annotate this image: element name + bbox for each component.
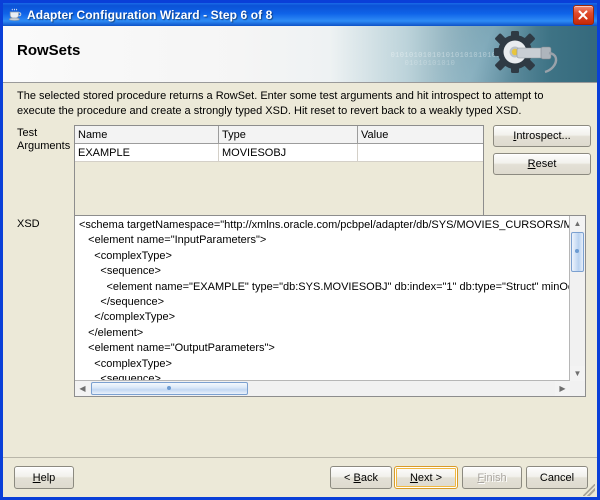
back-button-label: < Back	[344, 471, 378, 484]
cell-name[interactable]: EXAMPLE	[75, 143, 219, 162]
xsd-label: XSD	[17, 218, 40, 230]
wizard-banner: RowSets 010101010101010101010101 0101010…	[3, 26, 597, 83]
cancel-button[interactable]: Cancel	[526, 466, 588, 489]
binary-line-1: 010101010101010101010101	[390, 52, 501, 60]
window-titlebar: Adapter Configuration Wizard - Step 6 of…	[3, 3, 597, 26]
finish-button: Finish	[462, 466, 522, 489]
cell-type[interactable]: MOVIESOBJ	[218, 143, 358, 162]
scroll-up-arrow[interactable]: ▲	[570, 216, 585, 231]
scroll-right-arrow[interactable]: ▶	[555, 381, 570, 396]
gear-wrench-icon	[489, 30, 575, 80]
scroll-thumb-grip	[575, 249, 579, 253]
xsd-vertical-scrollbar[interactable]: ▲ ▼	[569, 216, 585, 381]
description-text: The selected stored procedure returns a …	[17, 90, 544, 117]
page-title: RowSets	[17, 42, 81, 59]
wizard-window: Adapter Configuration Wizard - Step 6 of…	[0, 0, 600, 500]
scroll-down-arrow[interactable]: ▼	[570, 366, 585, 381]
wizard-footer: Help < Back Next > Finish Cancel	[3, 457, 597, 497]
xsd-horizontal-scrollbar[interactable]: ◀ ▶	[75, 380, 570, 396]
column-header-type[interactable]: Type	[218, 126, 358, 144]
help-button[interactable]: Help	[14, 466, 74, 489]
resize-grip-icon[interactable]	[583, 484, 595, 496]
xsd-content: <schema targetNamespace="http://xmlns.or…	[79, 219, 581, 396]
window-title: Adapter Configuration Wizard - Step 6 of…	[27, 7, 273, 22]
binary-pattern: 010101010101010101010101 01010101010	[391, 52, 501, 68]
introspect-button-label: Introspect...	[513, 130, 571, 142]
next-button[interactable]: Next >	[394, 466, 458, 489]
column-header-value[interactable]: Value	[357, 126, 483, 144]
table-row[interactable]: EXAMPLE MOVIESOBJ	[75, 143, 483, 162]
cell-value[interactable]	[357, 143, 483, 162]
scroll-left-arrow[interactable]: ◀	[75, 381, 90, 396]
finish-button-label: Finish	[477, 471, 507, 484]
wizard-content: The selected stored procedure returns a …	[3, 83, 597, 497]
column-header-name[interactable]: Name	[75, 126, 219, 144]
scrollbar-corner	[570, 381, 585, 396]
test-arguments-label: Test Arguments	[17, 127, 71, 152]
java-coffee-cup-icon	[7, 7, 23, 23]
next-button-label: Next >	[409, 471, 443, 484]
help-button-label: Help	[32, 471, 56, 484]
horizontal-scroll-thumb[interactable]	[91, 382, 248, 395]
reset-button-label: Reset	[527, 158, 557, 170]
binary-line-2: 01010101010	[404, 60, 456, 68]
xsd-text-area[interactable]: <schema targetNamespace="http://xmlns.or…	[74, 215, 586, 397]
table-header-row: Name Type Value	[75, 126, 483, 144]
cancel-button-label: Cancel	[539, 471, 575, 484]
back-button[interactable]: < Back	[330, 466, 392, 489]
close-icon[interactable]	[573, 4, 594, 25]
reset-button[interactable]: Reset	[493, 153, 591, 175]
scroll-thumb-grip	[167, 386, 171, 390]
introspect-button[interactable]: Introspect...	[493, 125, 591, 147]
vertical-scroll-thumb[interactable]	[571, 232, 584, 272]
